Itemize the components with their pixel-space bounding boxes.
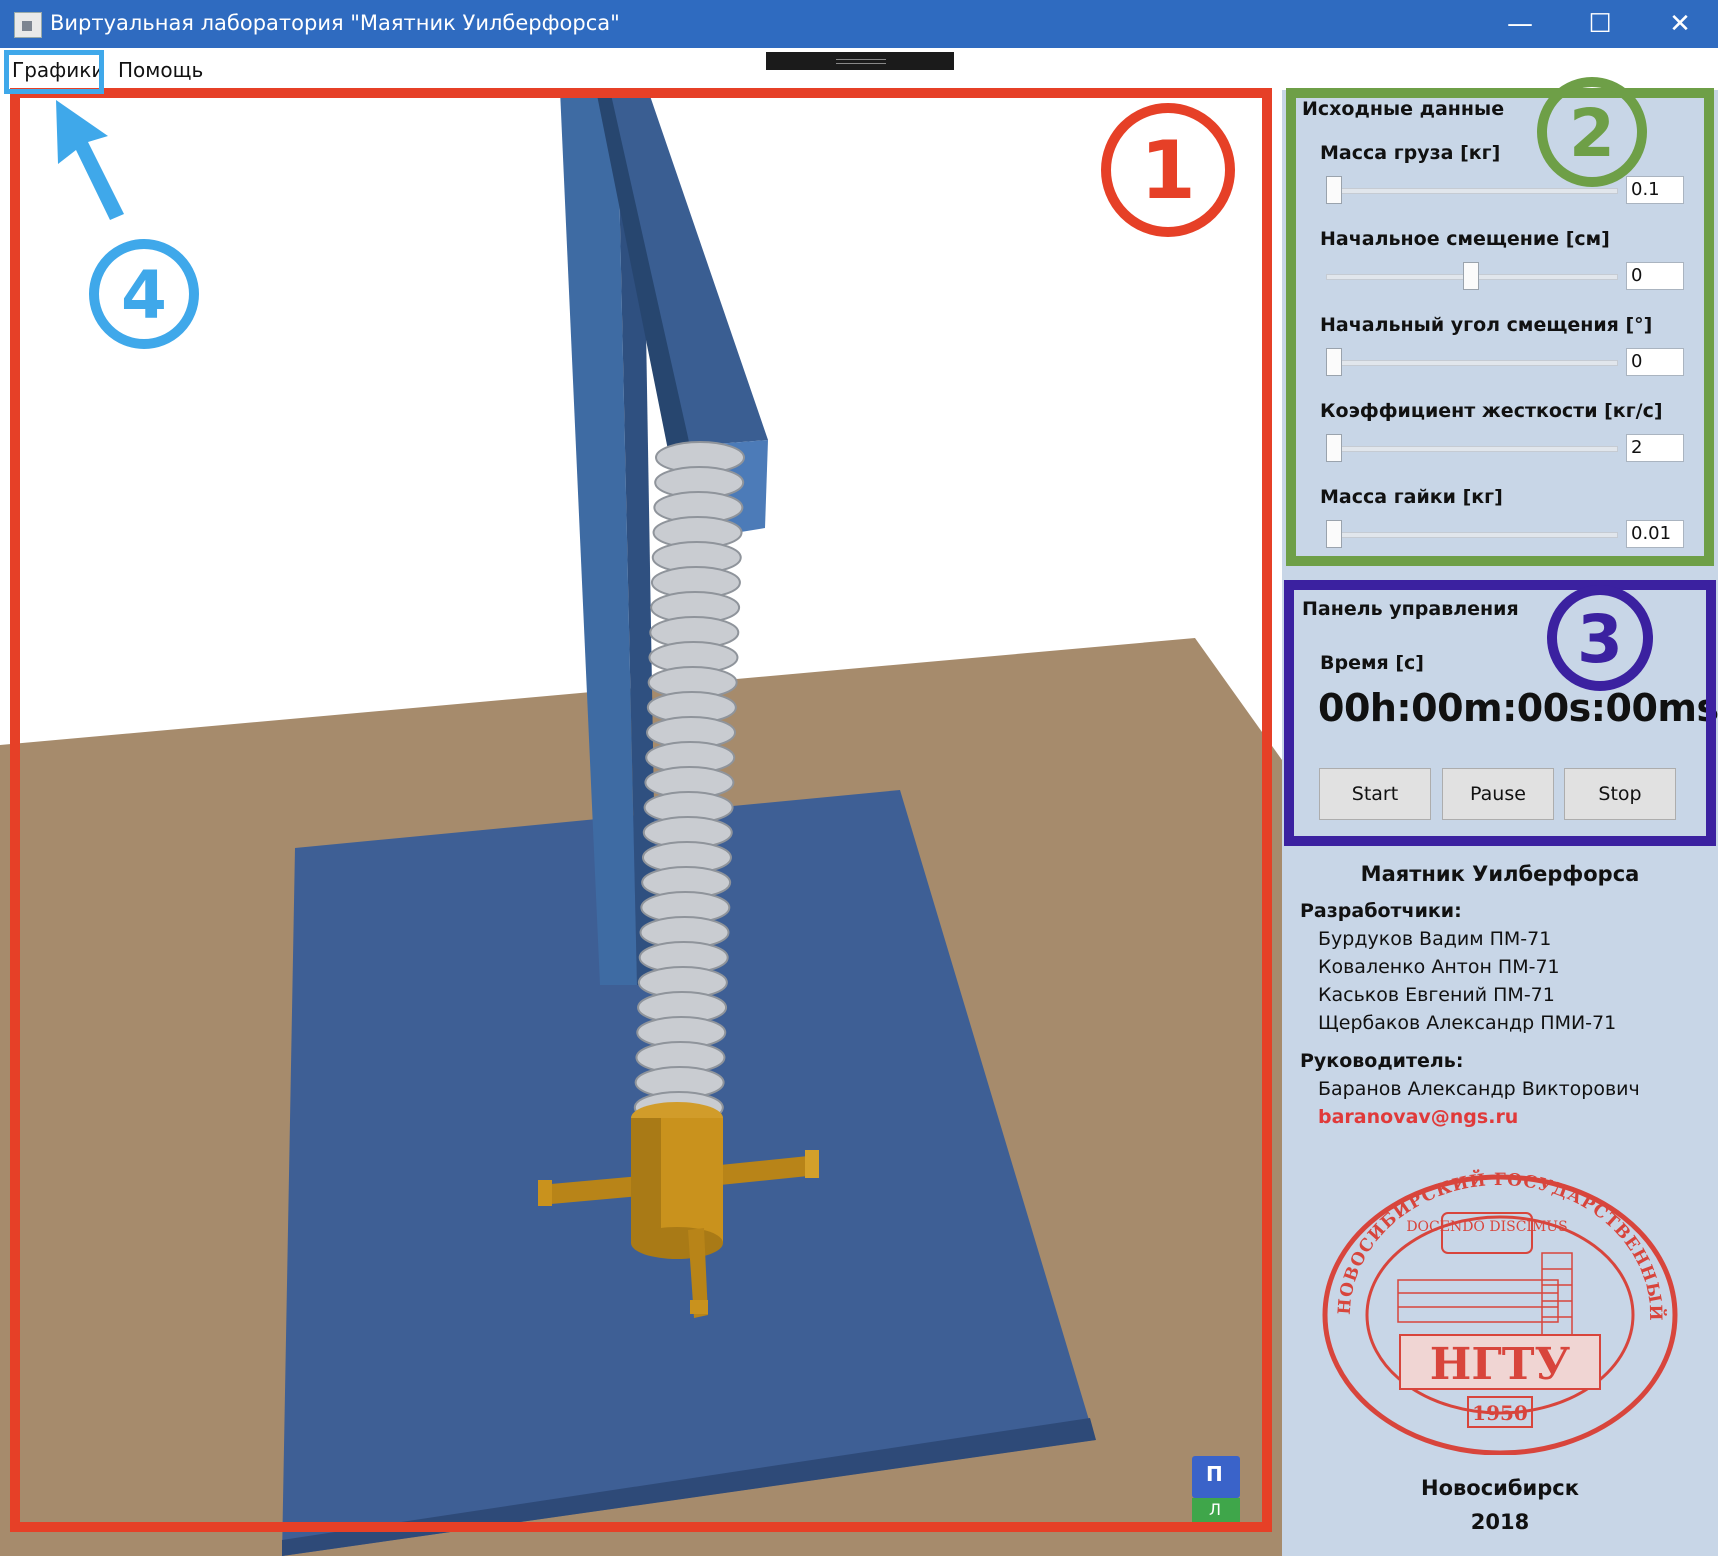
supervisor-name: Баранов Александр Викторович — [1318, 1078, 1640, 1100]
annotation-frame-menu — [4, 50, 104, 94]
info-title: Маятник Уилберфорса — [1360, 862, 1640, 886]
svg-text:1: 1 — [1140, 124, 1196, 217]
seal-ring-text: НОВОСИБИРСКИЙ ГОСУДАРСТВЕННЫЙ ТЕХНИЧЕСКИ… — [1320, 1165, 1666, 1322]
developer-item: Каськов Евгений ПМ-71 — [1318, 984, 1555, 1006]
window-title: Виртуальная лаборатория "Маятник Уилберф… — [50, 11, 620, 35]
annotation-badge-4: 4 — [56, 100, 199, 349]
developer-item: Щербаков Александр ПМИ-71 — [1318, 1012, 1617, 1034]
drag-handle[interactable] — [766, 52, 954, 70]
annotation-badge-1: 1 — [1101, 103, 1235, 237]
maximize-icon[interactable]: ☐ — [1570, 6, 1630, 42]
year-label: 2018 — [1470, 1510, 1530, 1534]
svg-text:НОВОСИБИРСКИЙ ГОСУДАРСТВЕННЫЙ: НОВОСИБИРСКИЙ ГОСУДАРСТВЕННЫЙ ТЕХНИЧЕСКИ… — [1320, 1165, 1667, 1322]
minimize-icon[interactable]: — — [1490, 6, 1550, 42]
window-titlebar: Виртуальная лаборатория "Маятник Уилберф… — [0, 0, 1718, 48]
email-link[interactable]: baranovav@ngs.ru — [1318, 1106, 1518, 1128]
developers-label: Разработчики: — [1300, 900, 1462, 922]
close-icon[interactable]: ✕ — [1650, 6, 1710, 42]
menu-item-help[interactable]: Помощь — [118, 58, 203, 82]
seal-motto: DOCENDO DISCIMUS — [1406, 1219, 1567, 1235]
university-seal-logo: НОВОСИБИРСКИЙ ГОСУДАРСТВЕННЫЙ ТЕХНИЧЕСКИ… — [1320, 1165, 1678, 1455]
developer-item: Коваленко Антон ПМ-71 — [1318, 956, 1560, 978]
svg-text:3: 3 — [1577, 601, 1623, 678]
seal-name: НГТУ — [1430, 1339, 1571, 1390]
supervisor-label: Руководитель: — [1300, 1050, 1464, 1072]
app-icon — [14, 12, 42, 38]
developer-item: Бурдуков Вадим ПМ-71 — [1318, 928, 1552, 950]
seal-year: 1950 — [1472, 1401, 1528, 1425]
svg-text:2: 2 — [1569, 95, 1615, 172]
annotation-badge-2: 2 — [1537, 77, 1647, 187]
annotation-badge-3: 3 — [1547, 585, 1653, 691]
city-label: Новосибирск — [1421, 1476, 1579, 1500]
svg-text:4: 4 — [121, 257, 167, 334]
